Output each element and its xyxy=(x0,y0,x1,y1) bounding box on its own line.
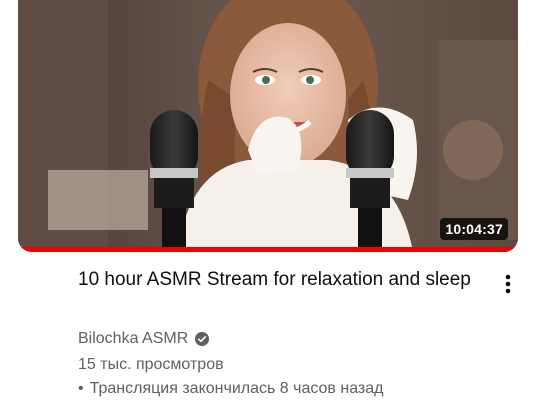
video-thumbnail[interactable]: 10:04:37 xyxy=(18,0,518,252)
more-options-button[interactable] xyxy=(494,270,522,298)
video-card[interactable]: 10:04:37 10 hour ASMR Stream for relaxat… xyxy=(0,0,543,403)
channel-name[interactable]: Bilochka ASMR xyxy=(78,330,188,348)
duration-badge: 10:04:37 xyxy=(440,218,508,240)
thumbnail-image xyxy=(18,0,518,252)
channel-row: Bilochka ASMR xyxy=(78,330,210,348)
watch-progress-fill xyxy=(18,247,518,252)
watch-progress-bar xyxy=(18,247,518,252)
view-count: 15 тыс. просмотров xyxy=(78,356,224,373)
verified-check-icon xyxy=(195,332,210,346)
video-title[interactable]: 10 hour ASMR Stream for relaxation and s… xyxy=(78,266,478,294)
stream-status-text: Трансляция закончилась 8 часов назад xyxy=(89,380,384,397)
meta-separator: • xyxy=(78,380,84,397)
more-vert-icon xyxy=(505,274,511,294)
stream-status: • Трансляция закончилась 8 часов назад xyxy=(78,380,384,398)
